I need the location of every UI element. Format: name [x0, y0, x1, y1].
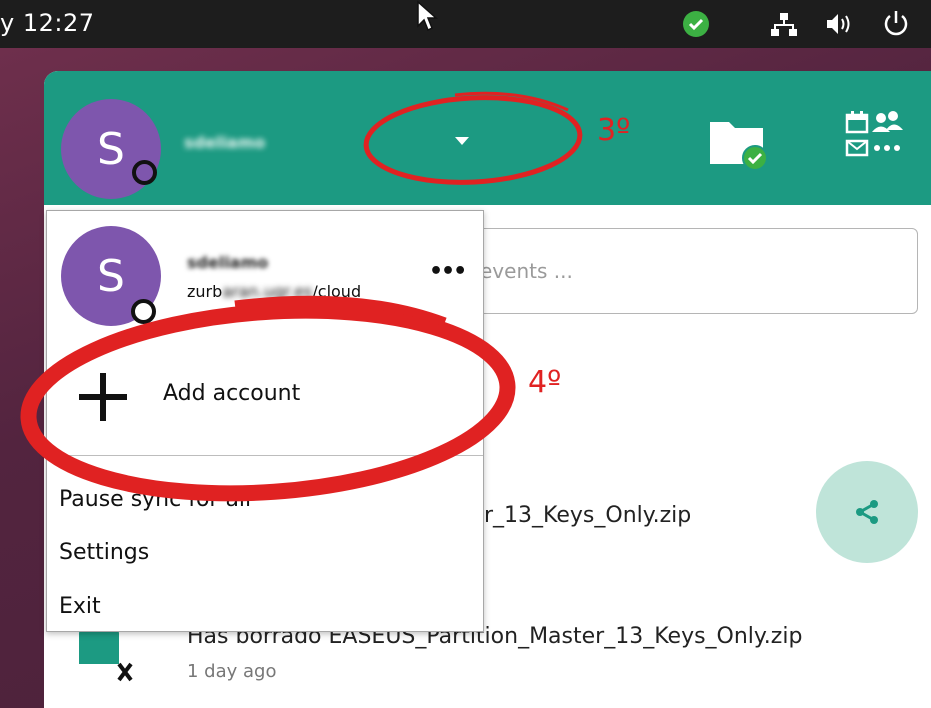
menu-item-pause-sync[interactable]: Pause sync for all: [59, 487, 251, 512]
system-clock[interactable]: y 12:27: [0, 9, 95, 37]
search-placeholder: events ...: [480, 259, 573, 283]
account-more-options-button[interactable]: •••: [429, 259, 467, 284]
share-icon: [856, 500, 878, 524]
deleted-file-icon: [79, 628, 133, 682]
menu-account-name[interactable]: sdeliamo: [187, 253, 268, 272]
share-button[interactable]: [816, 461, 918, 563]
activity-item-time: 1 day ago: [187, 661, 277, 682]
status-indicator-icon: [131, 299, 156, 324]
avatar-letter: S: [97, 123, 125, 175]
account-dropdown-button[interactable]: [450, 131, 474, 151]
menu-divider: [47, 455, 483, 456]
menu-account-server-url[interactable]: zurbaran.ugr.es/cloud: [187, 282, 361, 301]
annotation-step4-label: 4º: [528, 365, 562, 400]
menu-item-settings[interactable]: Settings: [59, 540, 149, 565]
annotation-step3-label: 3º: [597, 113, 631, 148]
header-account-name[interactable]: sdeliamo: [184, 133, 265, 152]
volume-icon[interactable]: [825, 11, 855, 37]
plus-icon: [79, 373, 127, 421]
avatar-letter: S: [97, 250, 125, 302]
apps-menu-icon[interactable]: [841, 109, 911, 169]
power-icon[interactable]: [881, 9, 911, 39]
add-account-button[interactable]: Add account: [47, 341, 483, 451]
system-top-bar: y 12:27: [0, 0, 931, 48]
network-icon[interactable]: [771, 11, 797, 37]
activity-item-text: r_13_Keys_Only.zip: [484, 503, 692, 528]
caret-down-icon: [455, 137, 469, 145]
activity-search-input[interactable]: events ...: [424, 228, 918, 314]
mouse-cursor-icon: [417, 0, 438, 32]
add-account-label: Add account: [163, 381, 301, 406]
sync-folder-icon[interactable]: [707, 114, 769, 172]
menu-item-exit[interactable]: Exit: [59, 594, 101, 619]
account-dropdown-menu: S sdeliamo zurbaran.ugr.es/cloud ••• Add…: [46, 210, 484, 632]
nextcloud-tray-check-icon[interactable]: [683, 11, 709, 37]
status-indicator-icon: [132, 160, 157, 185]
window-header: S sdeliamo: [44, 71, 931, 205]
